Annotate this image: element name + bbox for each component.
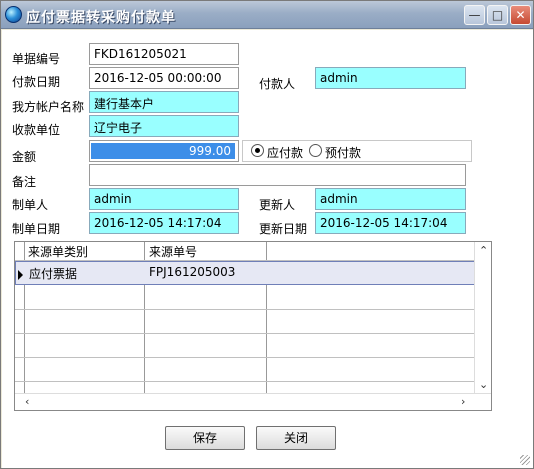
cell-source-type: 应付票据 <box>29 267 78 281</box>
grid-line <box>15 309 475 310</box>
close-button[interactable]: 关闭 <box>256 426 336 450</box>
create-date-field[interactable]: 2016-12-05 14:17:04 <box>89 212 239 234</box>
radio-payable[interactable] <box>251 144 264 157</box>
creator-field[interactable]: admin <box>89 188 239 210</box>
payer-field[interactable]: admin <box>315 67 466 89</box>
remark-label: 备注 <box>12 175 37 189</box>
update-date-field[interactable]: 2016-12-05 14:17:04 <box>315 212 466 234</box>
grid-line <box>15 333 475 334</box>
grid-line <box>15 357 475 358</box>
radio-prepaid-label: 预付款 <box>325 146 362 160</box>
radio-prepaid[interactable] <box>309 144 322 157</box>
payer-label: 付款人 <box>259 77 296 91</box>
cell-source-no: FPJ161205003 <box>149 265 236 279</box>
payment-window: 应付票据转采购付款单 — □ ✕ 单据编号 FKD161205021 付款日期 … <box>0 0 534 469</box>
save-button[interactable]: 保存 <box>165 426 245 450</box>
window-title: 应付票据转采购付款单 <box>26 10 176 26</box>
updater-field[interactable]: admin <box>315 188 466 210</box>
horizontal-scrollbar[interactable]: ‹ › <box>15 393 491 410</box>
doc-no-field[interactable]: FKD161205021 <box>89 43 239 65</box>
grid-line <box>15 381 475 382</box>
update-date-label: 更新日期 <box>259 222 308 236</box>
amount-value: 999.00 <box>91 143 235 159</box>
our-account-field[interactable]: 建行基本户 <box>89 91 239 113</box>
remark-field[interactable] <box>89 164 466 186</box>
vertical-scrollbar[interactable]: ⌃ ⌄ <box>474 242 491 394</box>
payee-field[interactable]: 辽宁电子 <box>89 115 239 137</box>
grid-header-source-type[interactable]: 来源单类别 <box>26 242 90 260</box>
updater-label: 更新人 <box>259 198 296 212</box>
radio-payable-label: 应付款 <box>267 146 304 160</box>
pay-date-label: 付款日期 <box>12 75 61 89</box>
doc-no-label: 单据编号 <box>12 52 61 66</box>
payee-label: 收款单位 <box>12 123 61 137</box>
create-date-label: 制单日期 <box>12 222 61 236</box>
close-window-button[interactable]: ✕ <box>510 5 531 25</box>
scroll-up-icon[interactable]: ⌃ <box>479 244 488 257</box>
maximize-button[interactable]: □ <box>487 5 508 25</box>
app-globe-icon <box>5 6 22 23</box>
amount-label: 金额 <box>12 150 37 164</box>
minimize-button[interactable]: — <box>464 5 485 25</box>
creator-label: 制单人 <box>12 198 49 212</box>
scroll-right-icon[interactable]: › <box>461 395 465 408</box>
source-doc-grid[interactable]: 来源单类别 来源单号 应付票据 FPJ161205003 ⌃ ⌄ ‹ › <box>14 241 492 411</box>
scroll-left-icon[interactable]: ‹ <box>25 395 29 408</box>
table-row[interactable] <box>15 261 475 285</box>
scroll-down-icon[interactable]: ⌄ <box>479 378 488 391</box>
form-area: 单据编号 FKD161205021 付款日期 2016-12-05 00:00:… <box>2 30 533 468</box>
pay-date-field[interactable]: 2016-12-05 00:00:00 <box>89 67 239 89</box>
current-row-marker-icon <box>18 270 23 280</box>
title-bar[interactable]: 应付票据转采购付款单 — □ ✕ <box>1 1 533 29</box>
resize-grip-icon[interactable] <box>520 455 530 465</box>
our-account-label: 我方帐户名称 <box>12 100 85 114</box>
payment-type-group: 应付款 预付款 <box>242 140 472 162</box>
grid-header-source-no[interactable]: 来源单号 <box>147 242 199 260</box>
